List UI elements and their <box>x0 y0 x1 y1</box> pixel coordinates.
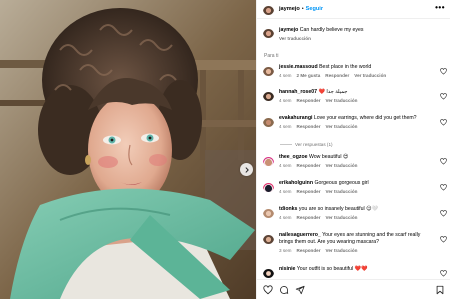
heart-icon[interactable] <box>440 184 447 191</box>
heart-icon[interactable] <box>440 119 447 126</box>
heart-icon[interactable] <box>440 93 447 100</box>
heart-icon[interactable] <box>263 284 273 295</box>
comment-username[interactable]: hannah_rose07 <box>279 89 317 95</box>
heart-icon[interactable] <box>440 236 447 243</box>
translate-link[interactable]: Ver traducción <box>326 215 358 220</box>
comment-item: hannah_rose07 ❤️ جميلة جدا 4 sem Respond… <box>263 89 449 103</box>
for-you-label[interactable]: Para ti <box>264 53 278 59</box>
comment-item: thee_ogzoe Wow beautiful 😍 4 sem Respond… <box>263 154 449 168</box>
comment-item: jessie.massoud Best place in the world 4… <box>263 64 449 78</box>
comment-text: ❤️ جميلة جدا <box>318 89 348 95</box>
comment-time: 4 sem <box>279 98 292 103</box>
next-photo-button[interactable] <box>240 163 253 176</box>
post-details-panel: jaymejo • Seguir ••• jaymejo Can hardly … <box>256 0 450 299</box>
heart-icon[interactable] <box>440 270 447 277</box>
author-avatar[interactable] <box>263 4 274 15</box>
bookmark-icon[interactable] <box>435 285 445 295</box>
commenter-avatar[interactable] <box>263 65 274 76</box>
caption-author-avatar[interactable] <box>263 27 274 38</box>
comment-item: nailesaguerrero_ Your eyes are stunning … <box>263 232 449 253</box>
comment-icon[interactable] <box>279 285 289 295</box>
follow-button[interactable]: Seguir <box>306 6 323 12</box>
separator-dot: • <box>301 6 304 12</box>
comment-time: 4 sem <box>279 163 292 168</box>
comment-text: Best place in the world <box>319 64 372 70</box>
portrait-image <box>0 0 256 299</box>
comment-likes[interactable]: 2 Me gusta <box>297 73 321 78</box>
comment-username[interactable]: jessie.massoud <box>279 64 318 70</box>
more-options-button[interactable]: ••• <box>435 4 445 12</box>
caption-username[interactable]: jaymejo <box>279 27 298 33</box>
comment-username[interactable]: thee_ogzoe <box>279 154 308 160</box>
comment-time: 3 sem <box>279 248 292 253</box>
commenter-avatar[interactable] <box>263 90 274 101</box>
comment-item: erikaholguinn Gorgeous gorgeous girl 4 s… <box>263 180 449 194</box>
comment-time: 4 sem <box>279 73 292 78</box>
translate-link[interactable]: Ver traducción <box>326 189 358 194</box>
translate-link[interactable]: Ver traducción <box>326 124 358 129</box>
heart-icon[interactable] <box>440 158 447 165</box>
reply-button[interactable]: Responder <box>297 98 321 103</box>
translate-link[interactable]: Ver traducción <box>326 248 358 253</box>
translate-link[interactable]: Ver traducción <box>354 73 386 78</box>
comment-text: Wow beautiful 😍 <box>309 154 349 160</box>
comment-item: tdionks you are so insanely beautiful 😊🤍… <box>263 206 449 220</box>
comment-username[interactable]: nailesaguerrero_ <box>279 232 321 238</box>
comment-username[interactable]: nisinie <box>279 266 295 272</box>
author-username[interactable]: jaymejo <box>279 6 300 12</box>
post-action-bar <box>257 279 450 299</box>
commenter-avatar[interactable] <box>263 155 274 166</box>
post-header: jaymejo • Seguir ••• <box>257 0 450 19</box>
reply-button[interactable]: Responder <box>297 163 321 168</box>
commenter-avatar[interactable] <box>263 207 274 218</box>
comment-time: 4 sem <box>279 215 292 220</box>
share-icon[interactable] <box>295 285 305 295</box>
comment-text: Your outfit is so beautiful ❤️❤️ <box>296 266 368 272</box>
comment-text: Gorgeous gorgeous girl <box>314 180 369 186</box>
view-replies-label: Ver respuestas (1) <box>295 142 333 147</box>
comment-text: you are so insanely beautiful 😊🤍 <box>298 206 378 212</box>
commenter-avatar[interactable] <box>263 233 274 244</box>
heart-icon[interactable] <box>440 68 447 75</box>
comment-time: 4 sem <box>279 189 292 194</box>
comment-time: 4 sem <box>279 124 292 129</box>
commenter-avatar[interactable] <box>263 116 274 127</box>
replies-divider <box>280 144 292 145</box>
reply-button[interactable]: Responder <box>297 215 321 220</box>
reply-button[interactable]: Responder <box>325 73 349 78</box>
comment-text: Love your earrings, where did you get th… <box>313 115 417 121</box>
reply-button[interactable]: Responder <box>297 189 321 194</box>
commenter-avatar[interactable] <box>263 181 274 192</box>
translate-link[interactable]: Ver traducción <box>326 163 358 168</box>
translate-link[interactable]: Ver traducción <box>326 98 358 103</box>
comment-username[interactable]: tdionks <box>279 206 297 212</box>
reply-button[interactable]: Responder <box>297 248 321 253</box>
caption-text: Can hardly believe my eyes <box>299 27 364 33</box>
reply-button[interactable]: Responder <box>297 124 321 129</box>
post-caption: jaymejo Can hardly believe my eyes Ver t… <box>263 27 364 41</box>
comment-username[interactable]: erikaholguinn <box>279 180 313 186</box>
commenter-avatar[interactable] <box>263 267 274 278</box>
caption-translate-link[interactable]: Ver traducción <box>279 36 311 41</box>
comment-item: nisinie Your outfit is so beautiful ❤️❤️ <box>263 266 449 278</box>
post-photo[interactable] <box>0 0 256 299</box>
comment-item: evakahurangi Love your earrings, where d… <box>263 115 449 129</box>
chevron-right-icon <box>245 166 249 173</box>
heart-icon[interactable] <box>440 210 447 217</box>
comment-username[interactable]: evakahurangi <box>279 115 312 121</box>
view-replies-link[interactable]: Ver respuestas (1) <box>280 142 333 147</box>
